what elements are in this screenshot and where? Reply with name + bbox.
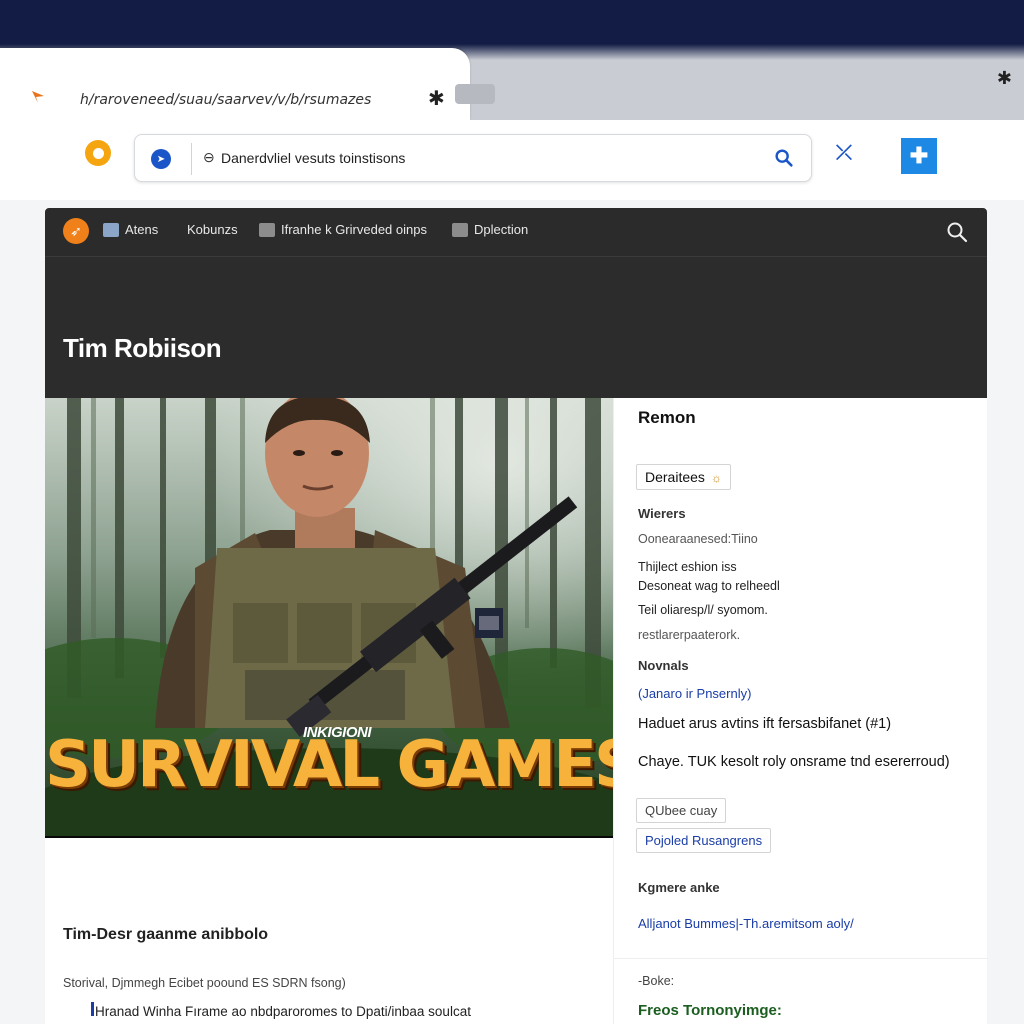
calendar-icon <box>103 222 119 237</box>
browser-tab-active[interactable]: ​h/raroveneed/suau/saarvev/v/b/rsumazes … <box>0 48 470 120</box>
query-chip-label: QUbee cuay <box>645 803 718 818</box>
add-button[interactable]: ✚ <box>901 138 937 174</box>
detail-line: Chaye. TUK kesolt roly onsrame tnd esere… <box>638 754 950 770</box>
caption-area: Tim-Desr gaanme anibbolo Storival, Djmme… <box>45 896 613 1024</box>
checkbox-icon <box>452 222 468 237</box>
site-info-icon[interactable]: ⊖ <box>203 149 215 166</box>
writers-label: Wierers <box>638 506 686 521</box>
window-settings-icon[interactable]: ✱ <box>997 68 1012 89</box>
search-icon[interactable] <box>773 147 795 169</box>
nav-item-label: Kobunzs <box>187 222 238 237</box>
new-tab-placeholder[interactable] <box>455 84 495 104</box>
related-chip-label: Pojoled Rusangrens <box>645 833 763 848</box>
nav-item-label: Ifranhe k Grirveded oinps <box>281 222 427 237</box>
caption-line: Hranad Winha Fırame ao nbdparoromes to D… <box>95 1004 471 1019</box>
keymare-label: Kgmere anke <box>638 880 720 895</box>
caption-title: Tim-Desr gaanme anibbolo <box>63 926 269 943</box>
caption-marker <box>91 1002 94 1016</box>
publisher-link[interactable]: (Janaro ir Pnsernly) <box>638 686 751 701</box>
tab-favicon-icon <box>32 91 44 103</box>
nav-item-dplection[interactable]: Dplection <box>452 222 528 237</box>
star-icon: ☼ <box>710 471 722 485</box>
details-panel: Remon Deraitees ☼ Wierers Oonearaanesed:T… <box>613 398 988 1024</box>
description-line: restlarerpaaterork. <box>638 628 741 642</box>
compass-icon[interactable]: ➤ <box>151 149 171 169</box>
search-icon[interactable] <box>945 220 969 244</box>
nav-item-atens[interactable]: Atens <box>103 222 158 237</box>
site-logo-icon[interactable]: ➶ <box>63 218 89 244</box>
checkbox-icon <box>259 222 275 237</box>
poster-bottom-band <box>45 836 613 838</box>
extension-icon[interactable] <box>85 140 111 166</box>
site-navbar: ➶ Atens Kobunzs Ifranhe k Grirveded oinp… <box>45 208 987 256</box>
writers-value: Oonearaanesed:Tiino <box>638 532 758 546</box>
web-page: ➶ Atens Kobunzs Ifranhe k Grirveded oinp… <box>45 208 988 1024</box>
poster-title: SURVIVAL GAMES <box>45 728 613 802</box>
hero-banner: Tim Robiison <box>45 256 987 398</box>
genre-chip[interactable]: Deraitees ☼ <box>636 464 731 490</box>
panel-heading: Remon <box>638 408 696 427</box>
address-bar[interactable]: ➤ ⊖ Danerdvliel vesuts toinstisons <box>134 134 812 182</box>
share-icon[interactable]: ⤫ <box>836 142 852 165</box>
movie-poster[interactable]: INKIGIONI SURVIVAL GAMES <box>45 398 613 838</box>
novels-label: Novnals <box>638 658 689 673</box>
book-label: -Boke: <box>638 974 675 988</box>
page-title: Tim Robiison <box>63 333 222 363</box>
related-chip[interactable]: Pojoled Rusangrens <box>636 828 772 853</box>
nav-item-label: Atens <box>125 222 159 237</box>
nav-item-kobunzs[interactable]: Kobunzs <box>187 222 238 237</box>
all-games-link[interactable]: Alljanot Bummes|-Th.aremitsom aoly/ <box>638 916 854 931</box>
description-line: Desoneat wag to relheedl <box>638 579 780 593</box>
detail-line: Haduet arus avtins ift fersasbifanet (#1… <box>638 716 892 732</box>
address-divider <box>191 143 192 175</box>
genre-chip-label: Deraitees <box>645 469 705 485</box>
description-line: Thijlect eshion iss <box>638 560 737 574</box>
description-line: Teil oliaresp/l/ syomom. <box>638 603 768 617</box>
caption-meta: Storival, Djmmegh Ecibet poound ES SDRN … <box>63 976 346 990</box>
tab-close-icon[interactable]: ✱ <box>428 86 445 111</box>
footer-green-text: Freos Tornonyimge: <box>638 1002 782 1019</box>
query-chip[interactable]: QUbee cuay <box>636 798 727 823</box>
tab-title: ​h/raroveneed/suau/saarvev/v/b/rsumazes <box>80 92 372 108</box>
nav-item-grirveded[interactable]: Ifranhe k Grirveded oinps <box>259 222 427 237</box>
panel-divider <box>614 958 988 959</box>
nav-item-label: Dplection <box>474 222 529 237</box>
address-input[interactable]: Danerdvliel vesuts toinstisons <box>221 150 405 166</box>
